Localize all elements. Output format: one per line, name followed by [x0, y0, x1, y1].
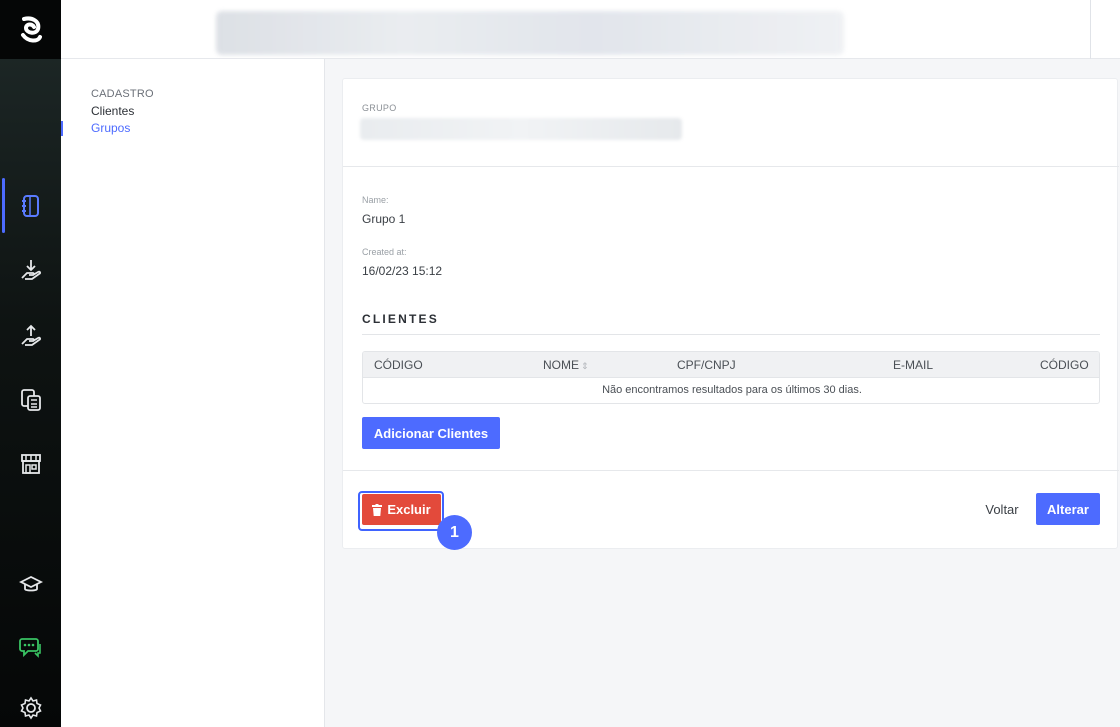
app-logo[interactable] — [0, 0, 61, 59]
app-logo-icon — [20, 16, 42, 42]
delete-button-label: Excluir — [387, 502, 431, 517]
created-at-label: Created at: — [362, 247, 407, 257]
group-label: GRUPO — [362, 103, 397, 113]
card-divider-bottom — [343, 470, 1119, 471]
rail-item-academy[interactable] — [0, 565, 61, 605]
rail-item-store[interactable] — [0, 444, 61, 484]
store-icon — [20, 454, 41, 474]
rail-item-cadastro[interactable] — [0, 186, 61, 226]
top-header — [61, 0, 1120, 59]
name-value: Grupo 1 — [362, 212, 406, 226]
column-header-cpf-cnpj[interactable]: CPF/CNPJ — [677, 358, 736, 372]
name-label: Name: — [362, 195, 389, 205]
delete-button[interactable]: Excluir — [362, 494, 441, 525]
document-icon — [21, 195, 39, 217]
download-hand-icon — [20, 260, 41, 280]
nav-section-title: CADASTRO — [91, 88, 154, 100]
upload-hand-icon — [20, 324, 41, 346]
column-header-nome-label: NOME — [543, 358, 579, 372]
back-button[interactable]: Voltar — [977, 493, 1027, 525]
graduation-cap-icon — [18, 575, 43, 592]
header-divider — [1090, 0, 1091, 59]
card-divider-top — [343, 166, 1119, 167]
edit-button[interactable]: Alterar — [1036, 493, 1100, 525]
clientes-table: CÓDIGO NOME ⇕ CPF/CNPJ E-MAIL CÓDIGO Não … — [362, 351, 1100, 404]
column-header-codigo-2[interactable]: CÓDIGO — [1040, 358, 1089, 372]
table-header: CÓDIGO NOME ⇕ CPF/CNPJ E-MAIL CÓDIGO — [363, 352, 1099, 378]
chat-icon — [18, 638, 41, 658]
calculator-icon — [20, 389, 41, 411]
created-at-value: 16/02/23 15:12 — [362, 264, 443, 278]
group-detail-card: GRUPO Name: Grupo 1 Created at: 16/02/23… — [342, 78, 1119, 549]
column-header-codigo[interactable]: CÓDIGO — [374, 358, 423, 372]
step-badge: 1 — [437, 515, 472, 550]
rail-item-chat[interactable] — [0, 627, 61, 667]
nav-active-indicator — [61, 121, 63, 136]
blurred-header-content — [216, 11, 844, 55]
gear-icon — [19, 696, 42, 720]
nav-item-clientes[interactable]: Clientes — [91, 104, 134, 118]
table-empty-message: Não encontramos resultados para os últim… — [602, 384, 862, 396]
section-divider — [362, 334, 1100, 335]
side-navigation: CADASTRO Clientes Grupos — [61, 59, 325, 727]
rail-item-receive[interactable] — [0, 250, 61, 290]
left-rail — [0, 0, 61, 727]
column-header-email[interactable]: E-MAIL — [893, 358, 933, 372]
sort-icon: ⇕ — [581, 361, 589, 371]
rail-item-finance[interactable] — [0, 380, 61, 420]
column-header-nome[interactable]: NOME ⇕ — [543, 358, 589, 372]
add-clientes-button[interactable]: Adicionar Clientes — [362, 417, 500, 449]
blurred-group-name — [360, 118, 682, 140]
nav-item-grupos[interactable]: Grupos — [91, 121, 130, 135]
rail-item-send[interactable] — [0, 316, 61, 356]
trash-icon — [372, 503, 383, 516]
rail-item-settings[interactable] — [0, 688, 61, 727]
clientes-section-title: CLIENTES — [362, 312, 439, 326]
